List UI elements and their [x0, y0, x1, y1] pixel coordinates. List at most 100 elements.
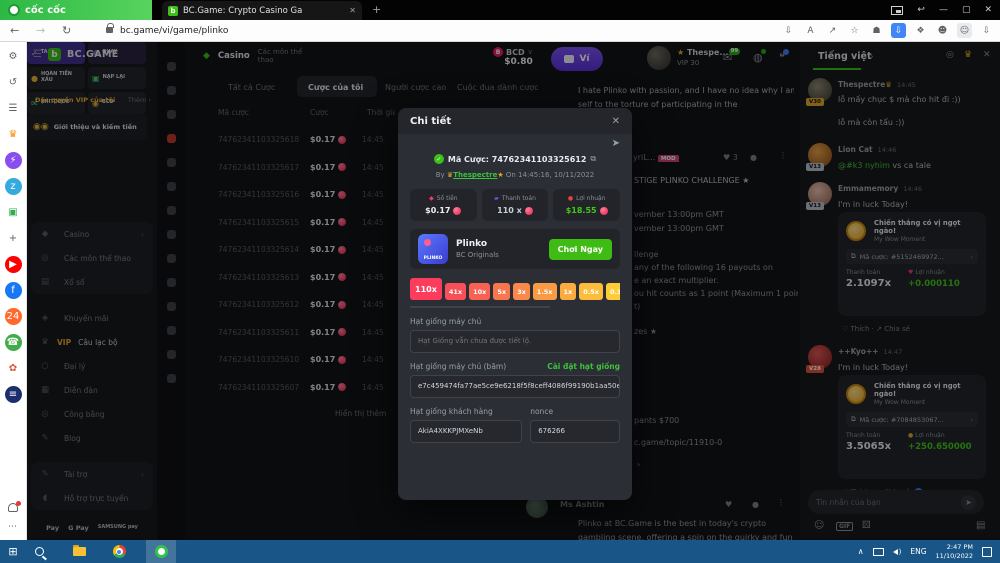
- game-provider: BC Originals: [456, 251, 499, 259]
- extension-icon[interactable]: ☗: [869, 23, 884, 38]
- modal-header: Chi tiết ✕: [398, 108, 632, 134]
- seed-settings-link[interactable]: Cài đặt hạt giống: [547, 362, 620, 371]
- notifications-bell-icon[interactable]: [8, 503, 18, 512]
- extension-icon[interactable]: ⇩: [781, 23, 796, 38]
- windows-taskbar: ⊞ ∧ ) ENG 2:47 PM11/10/2022: [0, 540, 1000, 563]
- url-text[interactable]: bc.game/vi/game/plinko: [120, 26, 228, 36]
- rail-app-icon[interactable]: ✿: [5, 360, 22, 377]
- rail-app-icon[interactable]: ⚡: [5, 152, 22, 169]
- clock[interactable]: 2:47 PM11/10/2022: [936, 543, 973, 561]
- rail-app-icon[interactable]: 24: [5, 308, 22, 325]
- multiplier-chip[interactable]: 1x: [560, 283, 577, 300]
- copy-icon[interactable]: ⧉: [590, 154, 596, 164]
- browser-tab[interactable]: b BC.Game: Crypto Casino Ga ✕: [162, 1, 362, 20]
- start-button[interactable]: ⊞: [0, 540, 26, 563]
- search-icon[interactable]: [26, 540, 52, 563]
- stat-icon: ▰: [494, 195, 499, 202]
- rail-app-icon[interactable]: ▶: [5, 256, 22, 273]
- multiplier-chip[interactable]: 0.3x: [606, 283, 620, 300]
- bet-details-modal: Chi tiết ✕ ➤ ✓ Mã Cược: 7476234110332561…: [398, 108, 632, 500]
- client-seed-field[interactable]: AkiA4XKKPJMXeNb: [410, 420, 522, 443]
- stat-value: $18.55: [566, 206, 597, 215]
- rail-app-icon[interactable]: +: [5, 230, 22, 247]
- server-seed-label: Hạt giống máy chủ: [410, 317, 620, 326]
- bcgame-favicon: b: [168, 6, 178, 16]
- chips-scrollbar[interactable]: [410, 306, 550, 308]
- player-link[interactable]: Thespectre: [453, 171, 497, 179]
- bet-timestamp: On 14:45:16, 10/11/2022: [506, 171, 594, 179]
- bet-stats: ◆Số tiền $0.17 ▰Thanh toán 110 x ●Lợi nh…: [410, 189, 620, 221]
- rail-app-icon[interactable]: ▣: [5, 204, 22, 221]
- hashed-seed-label: Hạt giống máy chủ (băm): [410, 362, 506, 371]
- forward-icon[interactable]: →: [36, 24, 45, 37]
- multiplier-chip[interactable]: 1.5x: [533, 283, 557, 300]
- stat-box: ▰Thanh toán 110 x: [482, 189, 549, 221]
- extension-icon[interactable]: ☆: [847, 23, 862, 38]
- multiplier-chip[interactable]: 3x: [513, 283, 530, 300]
- date: 11/10/2022: [936, 552, 973, 560]
- modal-title: Chi tiết: [410, 116, 451, 127]
- modal-close-icon[interactable]: ✕: [612, 116, 620, 127]
- close-button[interactable]: ✕: [984, 5, 992, 15]
- coccoc-brand[interactable]: cốc cốc: [0, 0, 152, 20]
- window-controls: ↩ — ▢ ✕: [891, 0, 992, 20]
- extension-icon[interactable]: ❖: [913, 23, 928, 38]
- language-indicator[interactable]: ENG: [910, 547, 926, 556]
- back-icon[interactable]: ←: [10, 24, 19, 37]
- network-icon[interactable]: [873, 548, 884, 556]
- extension-bar: ⇩ A ↗ ☆ ☗ ⇩ ❖ ☻ ☺ ⇩: [781, 23, 994, 38]
- play-now-button[interactable]: Chơi Ngay: [549, 239, 612, 260]
- modal-bet-id: Mã Cược: 74762341103325612: [448, 155, 587, 164]
- client-seed-label: Hạt giống khách hàng: [410, 407, 522, 416]
- extension-icon[interactable]: ☻: [935, 23, 950, 38]
- rail-app-icon[interactable]: ↺: [5, 74, 22, 91]
- rail-app-icon[interactable]: ♛: [5, 126, 22, 143]
- show-hidden-icons[interactable]: ∧: [858, 547, 864, 556]
- minimize-button[interactable]: —: [939, 5, 948, 15]
- multiplier-chip[interactable]: 5x: [493, 283, 510, 300]
- rail-app-icon[interactable]: ☎: [5, 334, 22, 351]
- browser-tabstrip: cốc cốc b BC.Game: Crypto Casino Ga ✕ + …: [0, 0, 1000, 20]
- rail-app-icon[interactable]: z: [5, 178, 22, 195]
- extension-icon[interactable]: ⇩: [979, 23, 994, 38]
- extension-icon[interactable]: ☺: [957, 23, 972, 38]
- pip-icon[interactable]: [891, 6, 903, 15]
- stat-icon: ●: [568, 195, 573, 202]
- medal-icon: ★: [497, 171, 503, 179]
- chrome-icon[interactable]: [106, 540, 132, 563]
- lock-icon[interactable]: [106, 27, 113, 33]
- plinko-thumbnail[interactable]: PLINKO: [418, 234, 448, 264]
- rail-app-icon[interactable]: ⚙: [5, 48, 22, 65]
- nonce-field[interactable]: 676266: [530, 420, 620, 443]
- reload-icon[interactable]: ↻: [62, 24, 71, 37]
- coccoc-logo-icon: [8, 4, 20, 16]
- stat-icon: ◆: [429, 195, 434, 202]
- bcd-gem-icon: [525, 207, 533, 215]
- multiplier-chip[interactable]: 10x: [469, 283, 490, 300]
- hashed-seed-field[interactable]: e7c459474fa77ae5ce9e6218f5f8ceff4086f991…: [410, 375, 620, 398]
- multiplier-chip-active[interactable]: 110x: [410, 278, 442, 300]
- file-explorer-icon[interactable]: [66, 540, 92, 563]
- new-tab-button[interactable]: +: [372, 3, 381, 16]
- rollback-icon[interactable]: ↩: [917, 5, 925, 15]
- share-bet-icon[interactable]: ➤: [410, 138, 620, 152]
- extension-icon[interactable]: A: [803, 23, 818, 38]
- coccoc-taskbar-icon[interactable]: [146, 540, 176, 563]
- multiplier-chips: 110x 41x10x5x3x1.5x1x0.5x0.3x: [410, 278, 620, 300]
- screen: cốc cốc b BC.Game: Crypto Casino Ga ✕ + …: [0, 0, 1000, 563]
- rail-app-icon[interactable]: ☰: [5, 100, 22, 117]
- rail-app-icon[interactable]: ≡: [5, 386, 22, 403]
- action-center-icon[interactable]: [982, 547, 992, 557]
- volume-icon[interactable]: ): [893, 548, 902, 556]
- rail-app-icon[interactable]: f: [5, 282, 22, 299]
- multiplier-chip[interactable]: 41x: [445, 283, 466, 300]
- multiplier-chip[interactable]: 0.5x: [579, 283, 603, 300]
- extension-icon[interactable]: ↗: [825, 23, 840, 38]
- bcd-gem-icon: [600, 207, 608, 215]
- extension-icon[interactable]: ⇩: [891, 23, 906, 38]
- rail-more-icon[interactable]: ⋯: [8, 522, 17, 532]
- server-seed-field[interactable]: Hạt Giống vẫn chưa được tiết lộ.: [410, 330, 620, 353]
- tab-close-icon[interactable]: ✕: [349, 6, 356, 15]
- stat-box: ◆Số tiền $0.17: [410, 189, 477, 221]
- maximize-button[interactable]: ▢: [962, 5, 971, 15]
